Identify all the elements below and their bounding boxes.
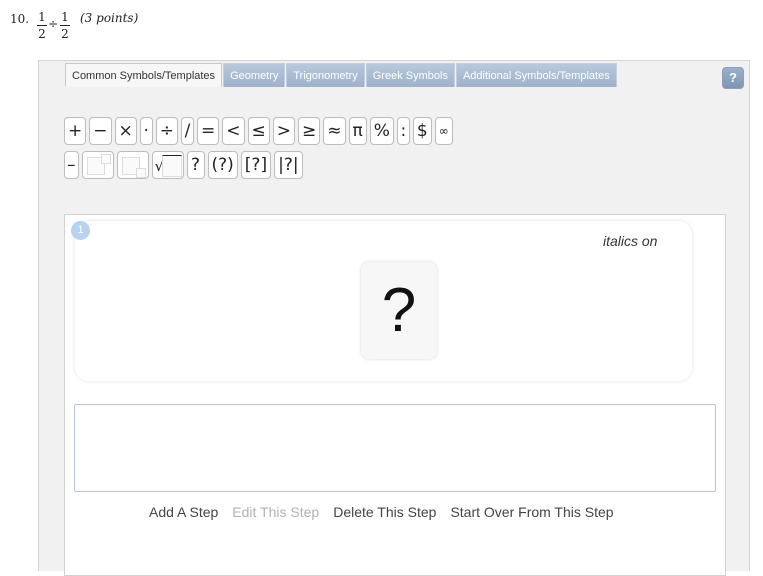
subscript-template-button[interactable] (116, 151, 149, 179)
fraction-one-half: 1 2 (37, 10, 47, 41)
tab-geometry[interactable]: Geometry (223, 63, 286, 87)
help-icon[interactable]: ? (722, 67, 744, 89)
infinity-button[interactable]: ∞ (434, 117, 453, 145)
square-root-button[interactable]: √ (151, 151, 184, 179)
less-equal-button[interactable]: ≤ (247, 117, 270, 145)
numerator: 1 (61, 10, 69, 24)
percent-button[interactable]: % (369, 117, 394, 145)
fraction-bar (37, 25, 47, 26)
absolute-value-button[interactable]: |?| (274, 151, 303, 179)
parentheses-button[interactable]: (?) (207, 151, 238, 179)
greater-equal-button[interactable]: ≥ (298, 117, 321, 145)
dot-button[interactable]: · (139, 117, 153, 145)
superscript-box-icon (100, 154, 111, 164)
step-number-badge: 1 (71, 221, 90, 240)
tab-greek-symbols[interactable]: Greek Symbols (365, 63, 455, 87)
denominator: 2 (61, 27, 69, 41)
radicand-box-icon (161, 155, 182, 177)
less-than-button[interactable]: < (222, 117, 245, 145)
divide-sign: ÷ (48, 17, 59, 31)
brackets-button[interactable]: [?] (240, 151, 272, 179)
question-number: 10. (10, 12, 30, 26)
symbol-row-1: + − × · ÷ / = < ≤ > ≥ ≈ π % : $ ∞ (64, 117, 453, 145)
greater-than-button[interactable]: > (272, 117, 295, 145)
colon-button[interactable]: : (396, 117, 410, 145)
math-input-area[interactable]: italics on ? (75, 221, 692, 381)
math-placeholder[interactable]: ? (361, 262, 437, 359)
equals-button[interactable]: = (197, 117, 220, 145)
slash-button[interactable]: / (181, 117, 194, 145)
fraction-bar (60, 25, 70, 26)
fraction-bar-button[interactable]: – (64, 151, 79, 179)
equation-editor: Common Symbols/Templates Geometry Trigon… (38, 60, 750, 576)
dollar-button[interactable]: $ (412, 117, 432, 145)
minus-button[interactable]: − (89, 117, 112, 145)
symbol-tabs: Common Symbols/Templates Geometry Trigon… (65, 63, 618, 87)
divide-button[interactable]: ÷ (155, 117, 178, 145)
tab-additional-symbols[interactable]: Additional Symbols/Templates (455, 63, 617, 87)
plus-button[interactable]: + (64, 117, 87, 145)
symbol-row-2: – √ ? (?) [?] |?| (64, 151, 303, 179)
denominator: 2 (38, 27, 46, 41)
pi-button[interactable]: π (348, 117, 367, 145)
tab-common-symbols[interactable]: Common Symbols/Templates (65, 63, 223, 87)
step-work-area: italics on ? 1 Add A Step Edit This Step… (64, 214, 726, 576)
tab-trigonometry[interactable]: Trigonometry (286, 63, 365, 87)
add-step-link[interactable]: Add A Step (149, 504, 218, 520)
step-explanation-field[interactable] (74, 404, 716, 492)
superscript-template-button[interactable] (81, 151, 114, 179)
start-over-link[interactable]: Start Over From This Step (450, 504, 613, 520)
placeholder-button[interactable]: ? (186, 151, 205, 179)
fraction-one-half-2: 1 2 (60, 10, 70, 41)
edit-step-link: Edit This Step (232, 504, 320, 520)
approx-button[interactable]: ≈ (323, 117, 346, 145)
times-button[interactable]: × (114, 117, 137, 145)
question-points: (3 points) (80, 11, 139, 25)
delete-step-link[interactable]: Delete This Step (333, 504, 436, 520)
subscript-box-icon (135, 168, 146, 178)
step-actions: Add A Step Edit This Step Delete This St… (149, 504, 614, 520)
italics-toggle[interactable]: italics on (603, 233, 657, 249)
numerator: 1 (38, 10, 46, 24)
